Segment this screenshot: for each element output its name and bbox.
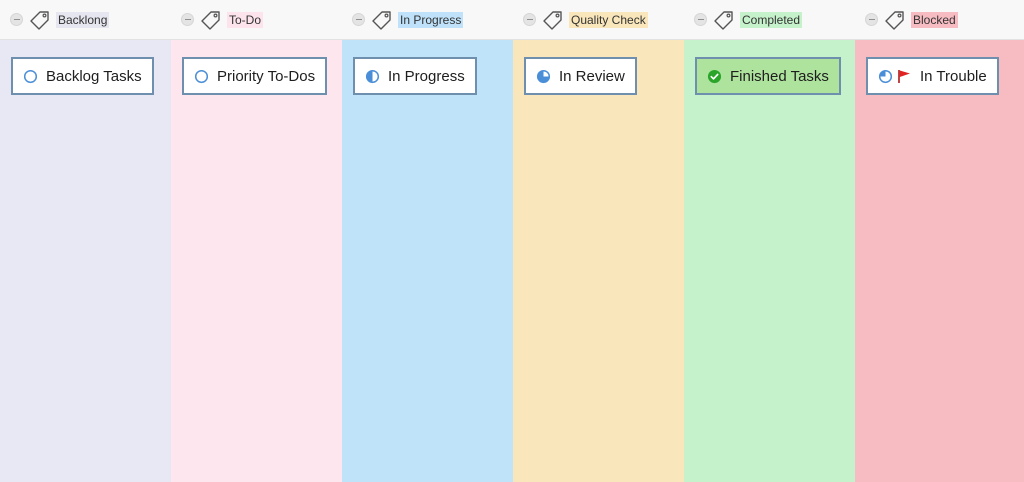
lane-quality-check: In Review <box>513 40 684 482</box>
kanban-board: Backlong Backlog Tasks To-Do Priority To… <box>0 0 1024 482</box>
lane-todo: Priority To-Dos <box>171 40 342 482</box>
half-circle-icon <box>365 69 380 83</box>
check-circle-icon <box>707 69 722 83</box>
card-label: Backlog Tasks <box>46 67 142 85</box>
card-in-review[interactable]: In Review <box>524 57 637 95</box>
lane-backlog: Backlog Tasks <box>0 40 171 482</box>
collapse-button[interactable] <box>352 13 365 26</box>
tag-icon[interactable] <box>884 9 906 31</box>
column-title[interactable]: Backlong <box>56 11 110 28</box>
collapse-button[interactable] <box>10 13 23 26</box>
column-header-completed: Completed <box>684 0 854 39</box>
lane-completed: Finished Tasks <box>684 40 855 482</box>
column-header-quality-check: Quality Check <box>513 0 683 39</box>
empty-circle-icon <box>194 69 209 83</box>
card-in-progress[interactable]: In Progress <box>353 57 477 95</box>
lane-blocked: In Trouble <box>855 40 1024 482</box>
card-label: In Review <box>559 67 625 85</box>
card-label: In Trouble <box>920 67 987 85</box>
tag-icon[interactable] <box>371 9 393 31</box>
quarter-circle-icon <box>878 69 893 83</box>
card-in-trouble[interactable]: In Trouble <box>866 57 999 95</box>
tag-icon[interactable] <box>542 9 564 31</box>
empty-circle-icon <box>23 69 38 83</box>
tag-icon[interactable] <box>29 9 51 31</box>
collapse-button[interactable] <box>181 13 194 26</box>
column-title[interactable]: Completed <box>740 11 803 28</box>
lane-in-progress: In Progress <box>342 40 513 482</box>
collapse-button[interactable] <box>865 13 878 26</box>
card-backlog-tasks[interactable]: Backlog Tasks <box>11 57 154 95</box>
column-title[interactable]: To-Do <box>227 11 264 28</box>
column-title[interactable]: Quality Check <box>569 11 648 28</box>
card-label: In Progress <box>388 67 465 85</box>
red-flag-icon <box>898 70 910 83</box>
three-quarter-circle-icon <box>536 69 551 83</box>
tag-icon[interactable] <box>713 9 735 31</box>
column-title[interactable]: In Progress <box>398 11 464 28</box>
column-header-blocked: Blocked <box>855 0 1024 39</box>
column-header-todo: To-Do <box>171 0 341 39</box>
collapse-button[interactable] <box>694 13 707 26</box>
collapse-button[interactable] <box>523 13 536 26</box>
column-title[interactable]: Blocked <box>911 11 958 28</box>
column-header-in-progress: In Progress <box>342 0 512 39</box>
card-priority-todos[interactable]: Priority To-Dos <box>182 57 328 95</box>
card-label: Priority To-Dos <box>217 67 316 85</box>
card-finished-tasks[interactable]: Finished Tasks <box>695 57 841 95</box>
column-header-backlog: Backlong <box>0 0 170 39</box>
tag-icon[interactable] <box>200 9 222 31</box>
card-label: Finished Tasks <box>730 67 829 85</box>
